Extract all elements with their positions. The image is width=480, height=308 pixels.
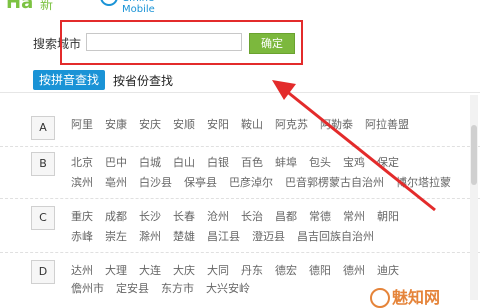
- watermark-text: 魅知网: [392, 288, 441, 307]
- annotation-arrow-icon: [272, 80, 436, 212]
- watermark: 魅知网: [370, 282, 480, 308]
- watermark-icon: [370, 288, 390, 308]
